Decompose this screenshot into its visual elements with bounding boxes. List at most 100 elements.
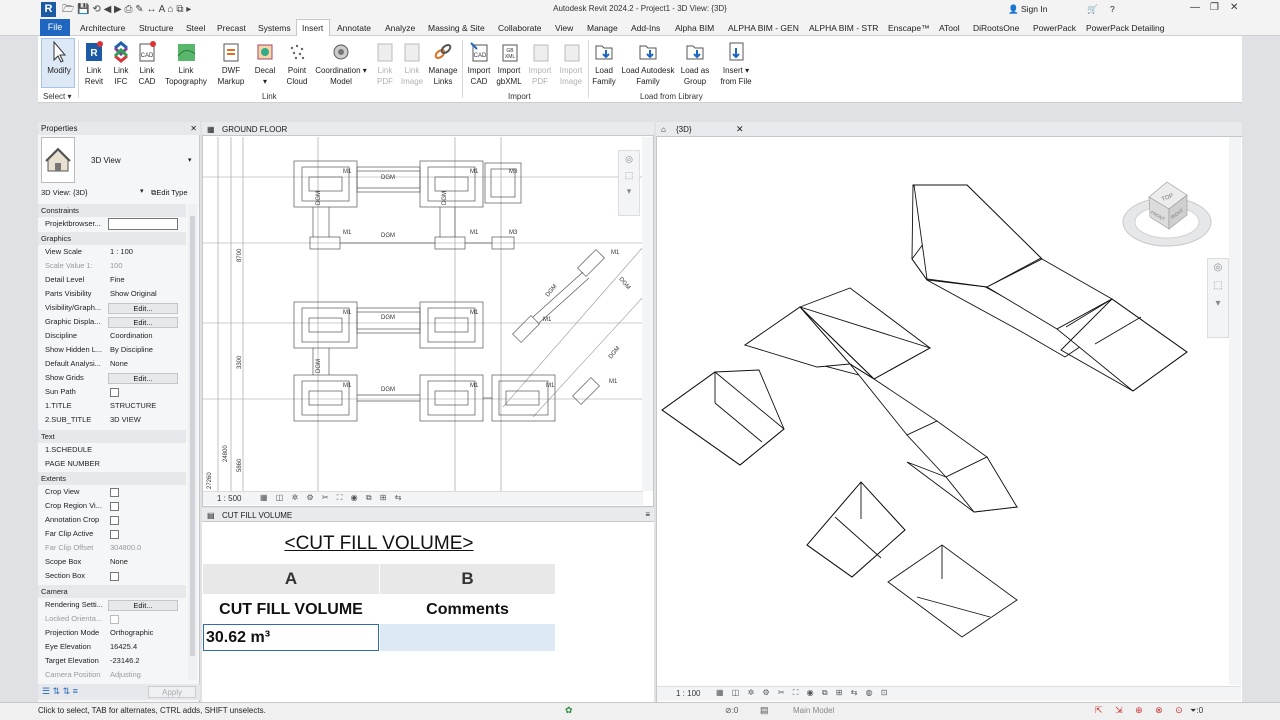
- import-cad-button[interactable]: CAD Import CAD: [464, 40, 494, 87]
- tab-steel[interactable]: Steel: [186, 23, 205, 33]
- tab-powerpack[interactable]: PowerPack: [1033, 23, 1076, 33]
- properties-scrollbar[interactable]: [188, 204, 197, 680]
- tab-insert[interactable]: Insert: [302, 23, 323, 33]
- column-header-a[interactable]: A: [203, 564, 379, 594]
- column-header-b[interactable]: B: [380, 564, 555, 594]
- help-icon[interactable]: ?: [1110, 4, 1115, 14]
- prop-page-number[interactable]: PAGE NUMBER: [38, 457, 186, 471]
- cart-icon[interactable]: 🛒: [1087, 4, 1098, 14]
- coordination-model-button[interactable]: Coordination ▾ Model: [314, 40, 368, 87]
- section-constraints[interactable]: Constraints: [38, 204, 186, 217]
- prop-parts-visibility[interactable]: Parts Visibility Show Original: [38, 287, 186, 301]
- plan-view-controls[interactable]: ▦ ◫ ✲ ⚙ ✂ ⛶ ◉ ⧉ ⊞ ⇆: [260, 493, 404, 503]
- prop-discipline[interactable]: Discipline Coordination: [38, 329, 186, 343]
- 3d-nav-bar[interactable]: ◎ ⬚ ▾: [1207, 258, 1229, 338]
- plan-nav-bar[interactable]: ◎ ⬚ ▾: [618, 150, 640, 216]
- prop-show-hidden[interactable]: Show Hidden L... By Discipline: [38, 343, 186, 357]
- tab-manage[interactable]: Manage: [587, 23, 618, 33]
- selector-chevron-icon[interactable]: ▾: [140, 187, 144, 195]
- tab-view[interactable]: View: [555, 23, 573, 33]
- tab-powerpack-detailing[interactable]: PowerPack Detailing: [1086, 23, 1164, 33]
- filter-count[interactable]: ⏷:0: [1190, 706, 1203, 716]
- user-area[interactable]: 👤 Sign In 🛒?: [1008, 4, 1115, 15]
- graphic-display-edit-button[interactable]: Edit...: [108, 317, 178, 328]
- 3d-scale[interactable]: 1 : 100: [676, 689, 700, 698]
- locked-orient-checkbox[interactable]: [110, 615, 119, 624]
- load-autodesk-family-button[interactable]: Load Autodesk Family: [618, 40, 678, 87]
- tab-alpha-bim-gen[interactable]: ALPHA BIM - GEN: [728, 23, 799, 33]
- show-grids-edit-button[interactable]: Edit...: [108, 373, 178, 384]
- prop-target-elevation[interactable]: Target Elevation -23146.2: [38, 654, 186, 668]
- model-list-icon[interactable]: ▤: [760, 705, 769, 716]
- close-button[interactable]: ✕: [1230, 2, 1238, 13]
- section-box-checkbox[interactable]: [110, 572, 119, 581]
- import-image-button[interactable]: Import Image: [556, 40, 586, 87]
- 3d-view-controls[interactable]: ▦ ◫ ✲ ⚙ ✂ ⛶ ◉ ⧉ ⊞ ⇆ ◍ ⊡: [716, 688, 891, 698]
- annotation-crop-checkbox[interactable]: [110, 516, 119, 525]
- section-text[interactable]: Text: [38, 430, 186, 443]
- import-gbxml-button[interactable]: GB XML Import gbXML: [494, 40, 524, 87]
- zoom-region-icon[interactable]: ⬚: [1213, 280, 1222, 291]
- scroll-thumb[interactable]: [190, 216, 195, 656]
- far-clip-checkbox[interactable]: [110, 530, 119, 539]
- tab-atool[interactable]: ATool: [939, 23, 960, 33]
- schedule-title[interactable]: <CUT FILL VOLUME>: [203, 524, 555, 564]
- comments-value-cell[interactable]: [380, 624, 555, 651]
- tab-massing-site[interactable]: Massing & Site: [428, 23, 485, 33]
- minimize-button[interactable]: —: [1190, 2, 1200, 13]
- prop-default-analysis[interactable]: Default Analysi... None: [38, 357, 186, 371]
- link-pdf-button[interactable]: Link PDF: [372, 40, 398, 87]
- type-name[interactable]: 3D View: [91, 156, 121, 165]
- restore-button[interactable]: ❐: [1210, 2, 1219, 13]
- point-cloud-button[interactable]: Point Cloud: [282, 40, 312, 87]
- link-revit-button[interactable]: R Link Revit: [80, 40, 108, 87]
- selection-toggles[interactable]: ⇱ ⇲ ⊕ ⊗ ⊙: [1095, 705, 1188, 716]
- link-cad-button[interactable]: CAD Link CAD: [134, 40, 160, 87]
- load-as-group-button[interactable]: Load as Group: [678, 40, 712, 87]
- tab-collaborate[interactable]: Collaborate: [498, 23, 541, 33]
- import-pdf-button[interactable]: Import PDF: [526, 40, 554, 87]
- tab-enscape[interactable]: Enscape™: [888, 23, 930, 33]
- view-cube[interactable]: TOP FRONT RIGHT: [1122, 181, 1212, 247]
- type-dropdown-icon[interactable]: ▾: [188, 156, 192, 164]
- tab-annotate[interactable]: Annotate: [337, 23, 371, 33]
- projektbrowser-input[interactable]: [108, 218, 178, 230]
- link-ifc-button[interactable]: Link IFC: [108, 40, 134, 87]
- close-icon[interactable]: ✕: [190, 122, 197, 135]
- 3d-scrollbar[interactable]: [1229, 137, 1241, 685]
- load-family-button[interactable]: Load Family: [590, 40, 618, 87]
- prop-schedule[interactable]: 1.SCHEDULE: [38, 443, 186, 457]
- prop-eye-elevation[interactable]: Eye Elevation 16425.4: [38, 640, 186, 654]
- prop-view-scale[interactable]: View Scale 1 : 100: [38, 245, 186, 259]
- prop-title[interactable]: 1.TITLE STRUCTURE: [38, 399, 186, 413]
- visibility-edit-button[interactable]: Edit...: [108, 303, 178, 314]
- field-header-comments[interactable]: Comments: [380, 596, 555, 624]
- tab-dirootsone[interactable]: DiRootsOne: [973, 23, 1019, 33]
- section-graphics[interactable]: Graphics: [38, 232, 186, 245]
- link-topography-button[interactable]: Link Topography: [162, 40, 210, 87]
- plan-view-tab[interactable]: ▦ GROUND FLOOR: [202, 122, 654, 136]
- tab-analyze[interactable]: Analyze: [385, 23, 415, 33]
- manage-links-button[interactable]: Manage Links: [426, 40, 460, 87]
- edit-type-button[interactable]: ⧉Edit Type: [151, 188, 188, 198]
- steering-wheel-icon[interactable]: ◎: [625, 154, 633, 164]
- crop-region-checkbox[interactable]: [110, 502, 119, 511]
- sign-in-link[interactable]: Sign In: [1021, 4, 1047, 14]
- tab-structure[interactable]: Structure: [139, 23, 174, 33]
- 3d-view-tab[interactable]: ⌂ {3D} ✕: [656, 122, 1242, 137]
- workset-icon[interactable]: ✿: [565, 705, 573, 716]
- close-tab-icon[interactable]: ✕: [736, 124, 744, 135]
- prop-subtitle[interactable]: 2.SUB_TITLE 3D VIEW: [38, 413, 186, 427]
- link-image-button[interactable]: Link Image: [398, 40, 426, 87]
- tab-precast[interactable]: Precast: [217, 23, 246, 33]
- crop-view-checkbox[interactable]: [110, 488, 119, 497]
- section-extents[interactable]: Extents: [38, 472, 186, 485]
- sort-icon[interactable]: ☰ ⇅ ⇅ ≡: [42, 686, 78, 697]
- modify-button[interactable]: Modify: [43, 40, 75, 76]
- cut-fill-value-cell[interactable]: 30.62 m³: [203, 624, 379, 651]
- plan-drawing[interactable]: M1 DGM M1 M3 M1 DGM M1 M3 M1 DGM M1 M1 D…: [203, 137, 643, 492]
- design-option-count[interactable]: ⊘:0: [725, 706, 738, 715]
- rendering-edit-button[interactable]: Edit...: [108, 600, 178, 611]
- steering-wheel-icon[interactable]: ◎: [1214, 262, 1223, 273]
- select-group-label[interactable]: Select ▾: [43, 92, 71, 101]
